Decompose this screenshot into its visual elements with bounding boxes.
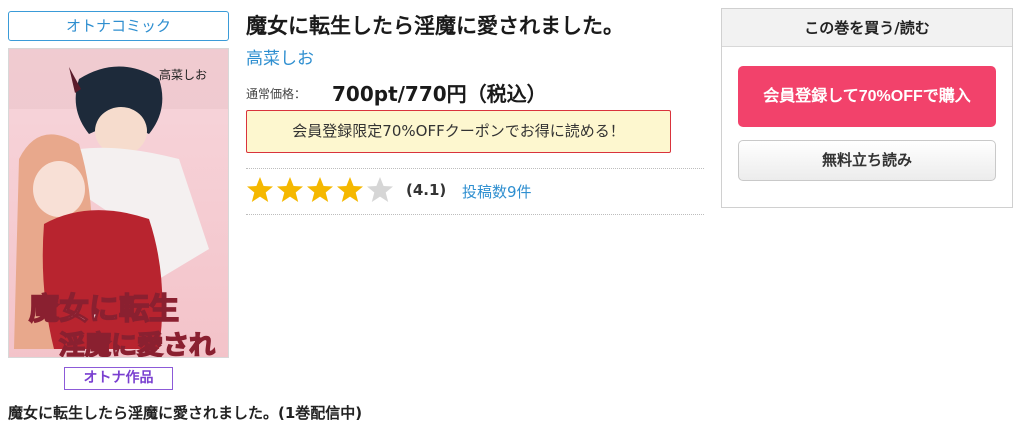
series-caption: 魔女に転生したら淫魔に愛されました。(1巻配信中) xyxy=(8,404,363,422)
star-filled-icon xyxy=(337,177,363,202)
star-filled-icon xyxy=(307,177,333,202)
price-value: 700pt/770円（税込） xyxy=(332,82,547,106)
buy-panel-header: この巻を買う/読む xyxy=(722,9,1012,47)
star-empty-icon xyxy=(367,177,393,202)
adult-content-badge: オトナ作品 xyxy=(64,367,173,390)
coupon-banner[interactable]: 会員登録限定70%OFFクーポンでお得に読める！ xyxy=(246,110,671,153)
price-label: 通常価格： xyxy=(246,87,307,101)
divider xyxy=(246,168,704,169)
svg-text:淫魔に愛され: 淫魔に愛され xyxy=(59,331,215,358)
star-filled-icon xyxy=(247,177,273,202)
svg-text:高菜しお: 高菜しお xyxy=(159,67,207,82)
book-cover-image[interactable]: 魔女に転生 淫魔に愛され 高菜しお xyxy=(8,48,229,358)
category-badge[interactable]: オトナコミック xyxy=(8,11,229,41)
star-filled-icon xyxy=(277,177,303,202)
free-preview-button[interactable]: 無料立ち読み xyxy=(738,140,996,181)
rating-row: (4.1) 投稿数9件 xyxy=(246,176,704,206)
cover-illustration: 魔女に転生 淫魔に愛され 高菜しお xyxy=(9,49,228,358)
review-count-link[interactable]: 投稿数9件 xyxy=(462,181,532,202)
price-row: 通常価格： 700pt/770円（税込） xyxy=(246,78,704,106)
register-and-buy-button[interactable]: 会員登録して70%OFFで購入 xyxy=(738,66,996,127)
svg-text:魔女に転生: 魔女に転生 xyxy=(29,292,179,327)
book-title: 魔女に転生したら淫魔に愛されました。 xyxy=(246,14,624,38)
rating-stars xyxy=(246,176,394,206)
buy-panel: この巻を買う/読む 会員登録して70%OFFで購入 無料立ち読み xyxy=(721,8,1013,208)
author-link[interactable]: 高菜しお xyxy=(246,44,314,69)
divider xyxy=(246,214,704,215)
rating-score: (4.1) xyxy=(406,181,447,199)
